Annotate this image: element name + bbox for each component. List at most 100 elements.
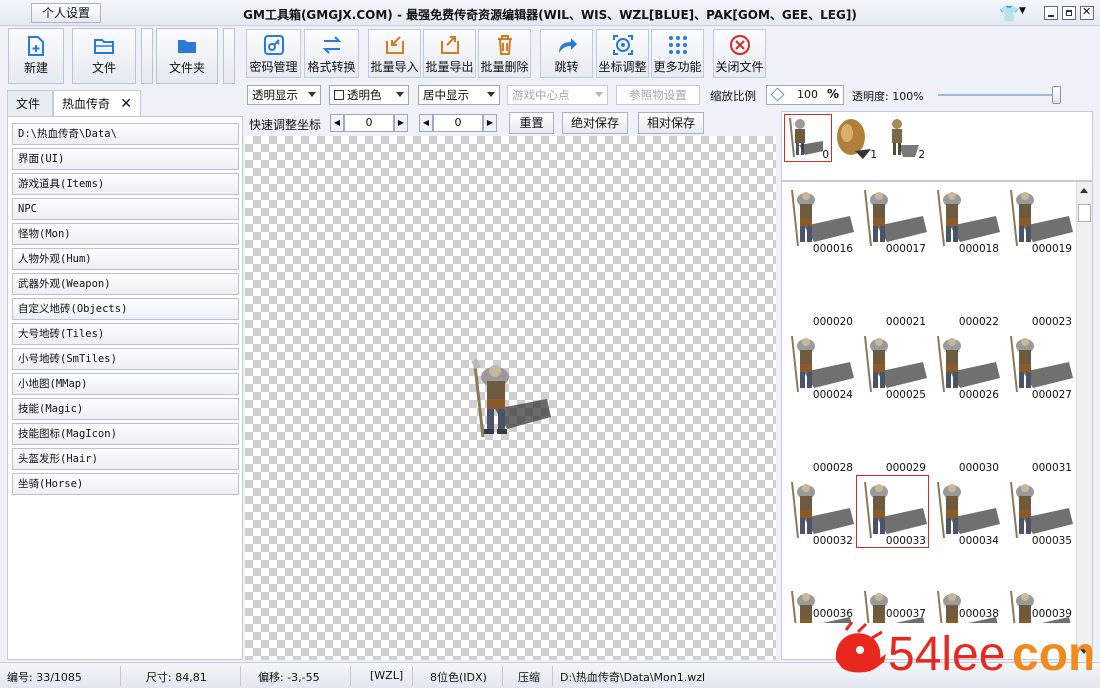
transparent-color-select[interactable]: 透明色 (329, 85, 409, 105)
monster-frame-icon (791, 481, 854, 539)
tab-legend-of-mir[interactable]: 热血传奇 ✕ (53, 90, 141, 116)
display-mode-select[interactable]: 透明显示 (247, 85, 321, 105)
close-tab-icon[interactable]: ✕ (120, 91, 132, 117)
coord-adjust-button[interactable]: 坐标调整 (596, 29, 649, 78)
frame-cell[interactable]: 000024 (783, 329, 856, 402)
frame-number: 000021 (885, 316, 926, 328)
absolute-save-button[interactable]: 绝对保存 (562, 112, 628, 134)
frame-number: 000034 (958, 535, 999, 547)
nav-item[interactable]: 坐骑(Horse) (12, 473, 239, 495)
nav-item[interactable]: 人物外观(Hum) (12, 248, 239, 270)
nav-item[interactable]: 怪物(Mon) (12, 223, 239, 245)
frame-cell[interactable]: 000032 (783, 475, 856, 548)
frame-cell[interactable]: 000023 (1002, 256, 1075, 329)
frame-number: 000031 (1031, 462, 1072, 474)
frame-cell[interactable]: 000025 (856, 329, 929, 402)
frame-cell[interactable]: 000033 (856, 475, 929, 548)
frame-number: 000039 (1031, 608, 1072, 620)
data-path-item[interactable]: D:\热血传奇\Data\ (12, 123, 239, 145)
nav-item[interactable]: 小号地砖(SmTiles) (12, 348, 239, 370)
tab-file[interactable]: 文件 (7, 90, 53, 116)
nav-item[interactable]: 技能图标(MagIcon) (12, 423, 239, 445)
more-functions-button[interactable]: 更多功能 (651, 29, 704, 78)
checkbox-icon[interactable] (334, 90, 344, 100)
minimize-button[interactable] (1044, 6, 1058, 20)
frame-number: 000036 (812, 608, 853, 620)
opacity-slider-thumb[interactable] (1052, 86, 1061, 104)
y-coord-input[interactable]: 0 (433, 114, 483, 132)
scroll-up-arrow[interactable] (1080, 188, 1088, 193)
new-button[interactable]: 新建 (8, 28, 64, 84)
open-file-button[interactable]: 文件 (72, 28, 136, 84)
zoom-input[interactable]: 100 % (766, 85, 844, 105)
library-thumb-0[interactable]: 0 (784, 114, 832, 162)
frame-cell[interactable]: 000018 (929, 183, 1002, 256)
preview-canvas[interactable] (245, 136, 776, 660)
frame-cell[interactable]: 000035 (1002, 475, 1075, 548)
frame-cell[interactable]: 000017 (856, 183, 929, 256)
grid-scrollbar[interactable] (1076, 182, 1092, 660)
frame-number: 000026 (958, 389, 999, 401)
frame-number: 000028 (812, 462, 853, 474)
library-thumb-2[interactable]: 2 (880, 114, 928, 162)
status-separator (120, 666, 121, 686)
frame-cell[interactable]: 000039 (1002, 548, 1075, 623)
nav-item[interactable]: 游戏道具(Items) (12, 173, 239, 195)
frame-cell[interactable]: 000016 (783, 183, 856, 256)
tab-legend-label: 热血传奇 (62, 97, 111, 111)
frame-cell[interactable]: 000029 (856, 402, 929, 475)
y-decrement-button[interactable]: ◀ (419, 114, 433, 132)
frame-cell[interactable]: 000030 (929, 402, 1002, 475)
skin-icon[interactable]: 👕 (999, 4, 1019, 23)
batch-export-button[interactable]: 批量导出 (423, 29, 476, 78)
reference-settings-button[interactable]: 参照物设置 (616, 85, 700, 105)
nav-item[interactable]: 武器外观(Weapon) (12, 273, 239, 295)
scroll-thumb[interactable] (1078, 204, 1091, 222)
batch-delete-button[interactable]: 批量删除 (478, 29, 531, 78)
frame-cell[interactable]: 000027 (1002, 329, 1075, 402)
relative-save-button[interactable]: 相对保存 (638, 112, 704, 134)
frame-cell[interactable]: 000031 (1002, 402, 1075, 475)
nav-item[interactable]: 大号地砖(Tiles) (12, 323, 239, 345)
frame-cell[interactable]: 000020 (783, 256, 856, 329)
jump-button[interactable]: 跳转 (540, 29, 593, 78)
frame-cell[interactable]: 000022 (929, 256, 1002, 329)
close-file-button[interactable]: 关闭文件 (713, 29, 766, 78)
format-convert-button[interactable]: 格式转换 (304, 29, 359, 78)
chevron-down-icon[interactable]: ▼ (1019, 6, 1026, 16)
center-display-select[interactable]: 居中显示 (418, 85, 500, 105)
nav-item[interactable]: 技能(Magic) (12, 398, 239, 420)
frame-cell[interactable]: 000028 (783, 402, 856, 475)
monster-frame-icon (864, 189, 927, 247)
frame-cell[interactable]: 000036 (783, 548, 856, 623)
x-coord-input[interactable]: 0 (344, 114, 394, 132)
open-folder-button[interactable]: 文件夹 (156, 28, 218, 84)
nav-item[interactable]: 头盔发形(Hair) (12, 448, 239, 470)
maximize-button[interactable] (1062, 6, 1076, 20)
reset-button[interactable]: 重置 (509, 112, 554, 134)
frame-cell[interactable]: 000037 (856, 548, 929, 623)
opacity-slider-track[interactable] (938, 94, 1060, 96)
batch-import-button[interactable]: 批量导入 (368, 29, 421, 78)
frame-cell[interactable]: 000038 (929, 548, 1002, 623)
nav-item[interactable]: NPC (12, 198, 239, 220)
frame-number: 000032 (812, 535, 853, 547)
frame-cell[interactable]: 000021 (856, 256, 929, 329)
game-center-select[interactable]: 游戏中心点 (507, 85, 608, 105)
nav-item[interactable]: 自定义地砖(Objects) (12, 298, 239, 320)
nav-item[interactable]: 界面(UI) (12, 148, 239, 170)
password-manage-button[interactable]: 密码管理 (246, 29, 301, 78)
nav-item[interactable]: 小地图(MMap) (12, 373, 239, 395)
frame-number: 000024 (812, 389, 853, 401)
folder-label: 文件夹 (168, 61, 205, 75)
batch-import-label: 批量导入 (370, 60, 419, 74)
close-window-button[interactable]: ✕ (1080, 5, 1094, 20)
frame-cell[interactable]: 000034 (929, 475, 1002, 548)
monster-sprite (471, 359, 551, 438)
frame-cell[interactable]: 000019 (1002, 183, 1075, 256)
x-increment-button[interactable]: ▶ (394, 114, 408, 132)
x-decrement-button[interactable]: ◀ (330, 114, 344, 132)
library-thumb-1[interactable]: 1 (832, 114, 880, 162)
frame-cell[interactable]: 000026 (929, 329, 1002, 402)
y-increment-button[interactable]: ▶ (483, 114, 497, 132)
